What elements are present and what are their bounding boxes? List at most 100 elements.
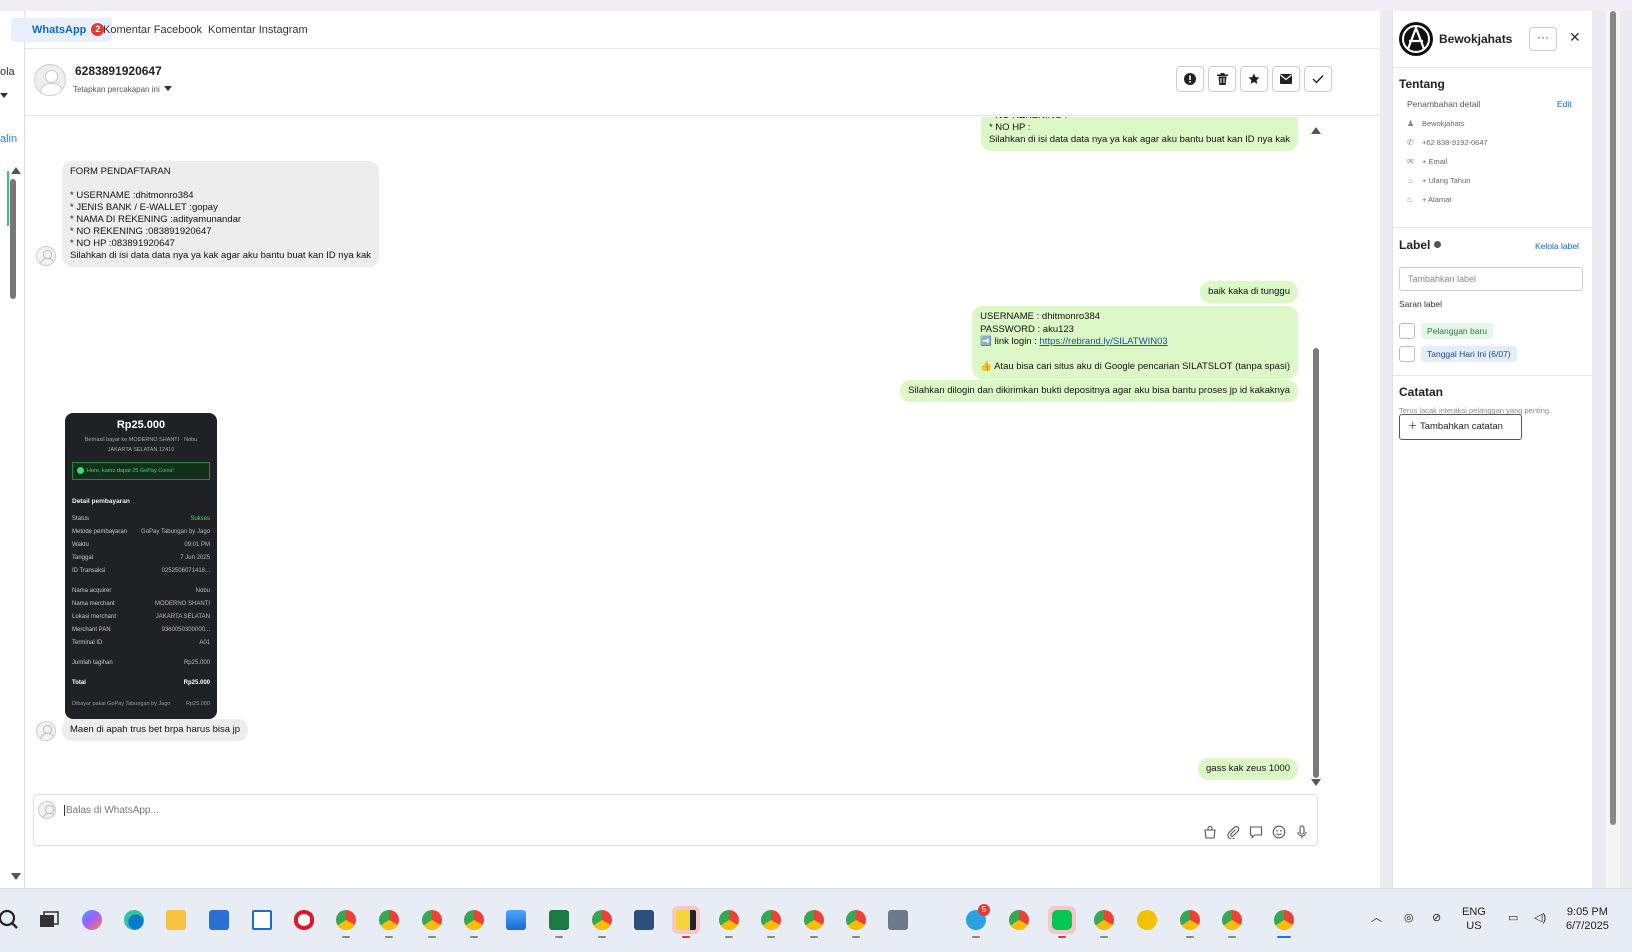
taskbar-chrome-profile[interactable] [418,906,446,938]
taskbar-chrome-profile[interactable] [1005,906,1033,934]
contact-avatar[interactable] [34,64,66,96]
manage-labels-link[interactable]: Kelola label [1535,241,1579,251]
tab-komentar-facebook[interactable]: Komentar Facebook [95,18,210,42]
login-link[interactable]: https://rebrand.ly/SILATWIN03 [1040,336,1168,347]
location-icon[interactable]: ◎ [1404,911,1414,925]
detail-name[interactable]: ♟ Bewokjahats [1407,119,1465,128]
taskbar-excel[interactable] [545,906,573,938]
window-app-icon [252,910,272,930]
taskbar-store[interactable] [205,906,233,934]
receipt-footer: Dibayar pakai GoPay Tabungan by Jago Rp25… [72,698,210,711]
resolve-button[interactable] [1304,66,1332,92]
scroll-down-arrow-icon[interactable] [11,873,21,880]
label-chip-pelanggan-baru[interactable]: Pelanggan baru [1421,323,1494,339]
panel-scrollbar[interactable] [1606,11,1620,888]
divider [1393,375,1592,376]
scroll-up-arrow-icon[interactable] [11,167,21,174]
display-icon[interactable]: ▭ [1508,911,1518,925]
network-icon[interactable]: ⊘ [1432,911,1441,925]
scrollbar-thumb[interactable] [1610,11,1616,825]
outgoing-message: baik kaka di tunggu [1200,281,1298,303]
chevron-up-icon[interactable]: ︿ [1371,911,1382,925]
taskbar-chrome-profile[interactable] [757,906,785,938]
contact-logo [1399,22,1433,56]
taskbar-chrome-profile[interactable] [1090,906,1118,938]
label-chip-tanggal[interactable]: Tanggal Hari Ini (6/07) [1421,346,1517,362]
taskbar-chrome-profile[interactable] [715,906,743,938]
detail-address[interactable]: ⌂ + Alamat [1407,195,1451,204]
chat-panel: WhatsApp 2 Komentar Facebook Komentar Ins… [11,11,1380,888]
taskbar-chrome-profile[interactable] [842,906,870,938]
more-options-button[interactable]: ··· [1529,27,1557,51]
taskbar-edge[interactable] [120,906,148,934]
template-bag-icon[interactable] [1203,825,1217,839]
microphone-icon[interactable] [1295,825,1309,839]
photos-icon [506,910,526,930]
running-indicator [1100,936,1108,938]
label-checkbox[interactable] [1399,346,1415,362]
taskbar-chrome-profile[interactable] [460,906,488,938]
mail-button[interactable] [1272,66,1300,92]
reply-composer: Balas di WhatsApp... [33,794,1318,846]
attachment-icon[interactable] [1226,825,1240,839]
search-icon[interactable] [0,909,18,931]
taskbar-line[interactable] [1048,906,1076,938]
task-view-button[interactable] [35,906,63,934]
edit-details-link[interactable]: Edit [1557,99,1572,109]
taskbar-chrome-active[interactable] [1270,906,1298,938]
pin-conversation-dropdown[interactable]: Tetapkan percakapan ini [73,85,172,94]
tab-komentar-instagram[interactable]: Komentar Instagram [200,18,316,42]
report-button[interactable] [1176,66,1204,92]
add-note-button[interactable]: ＋ Tambahkan catatan [1399,414,1522,440]
label-input[interactable]: Tambahkan label [1399,267,1583,291]
taskbar-file-explorer[interactable] [162,906,190,934]
taskbar-photos[interactable] [502,906,530,934]
taskbar-sticky-notes[interactable] [672,906,700,938]
taskbar-calculator[interactable] [884,906,912,934]
scrollbar-thumb[interactable] [1313,348,1319,778]
quick-reply-icon[interactable] [1249,825,1263,839]
language-indicator[interactable]: ENG US [1462,905,1486,933]
info-icon[interactable] [1433,241,1441,248]
app-icon [1137,910,1157,930]
outgoing-message: gass kak zeus 1000 [1198,758,1298,780]
taskbar-chrome-profile[interactable] [588,906,616,938]
taskbar-chrome-profile[interactable] [375,906,403,938]
contact-phone-title: 6283891920647 [75,64,162,78]
payment-receipt-image[interactable]: Rp25.000 Berhasil bayar ke MODERNO SHANT… [65,413,217,719]
pin-label: Tetapkan percakapan ini [73,85,160,94]
clock[interactable]: 9:05 PM 6/7/2025 [1566,905,1609,933]
taskbar-chrome-profile[interactable] [1176,906,1204,938]
label-checkbox[interactable] [1399,323,1415,339]
notification-badge: 5 [978,904,990,916]
taskbar-app[interactable] [630,906,658,934]
taskbar-chrome[interactable] [332,906,360,938]
receipt-row-label: Waktu [72,542,89,548]
chat-header: 6283891920647 Tetapkan percakapan ini [25,50,1380,116]
detail-birthday[interactable]: ♨ + Ulang Tahun [1407,176,1470,185]
chrome-icon [719,910,739,930]
taskbar-opera[interactable] [290,906,318,934]
reply-input[interactable]: Balas di WhatsApp... [64,805,159,816]
close-icon[interactable]: ✕ [1569,29,1581,46]
sidebar-link-fragment[interactable]: alin [0,133,17,145]
volume-icon[interactable]: ◁) [1534,911,1546,925]
sidebar-dropdown-icon[interactable] [0,93,8,98]
scroll-down-arrow-icon[interactable] [1311,779,1321,786]
taskbar-copilot[interactable] [78,906,106,934]
taskbar-app[interactable] [248,906,276,934]
emoji-icon[interactable] [1272,825,1286,839]
receipt-row-value: 7 Jun 2025 [180,555,210,561]
sidebar-scrollbar[interactable] [10,179,16,299]
star-button[interactable] [1240,66,1268,92]
chat-scrollbar[interactable] [1309,123,1323,789]
taskbar-chrome-profile[interactable] [1218,906,1246,938]
detail-phone[interactable]: ✆ +62 838-9192-0647 [1407,138,1488,147]
detail-email[interactable]: ✉ + Email [1407,157,1447,166]
taskbar-chrome-profile[interactable] [800,906,828,938]
delete-button[interactable] [1208,66,1236,92]
taskbar-app[interactable] [1133,906,1161,934]
taskbar-telegram[interactable]: 5 [962,904,990,938]
receipt-row-label: Terminal ID [72,640,103,646]
scroll-up-arrow-icon[interactable] [1311,127,1321,134]
